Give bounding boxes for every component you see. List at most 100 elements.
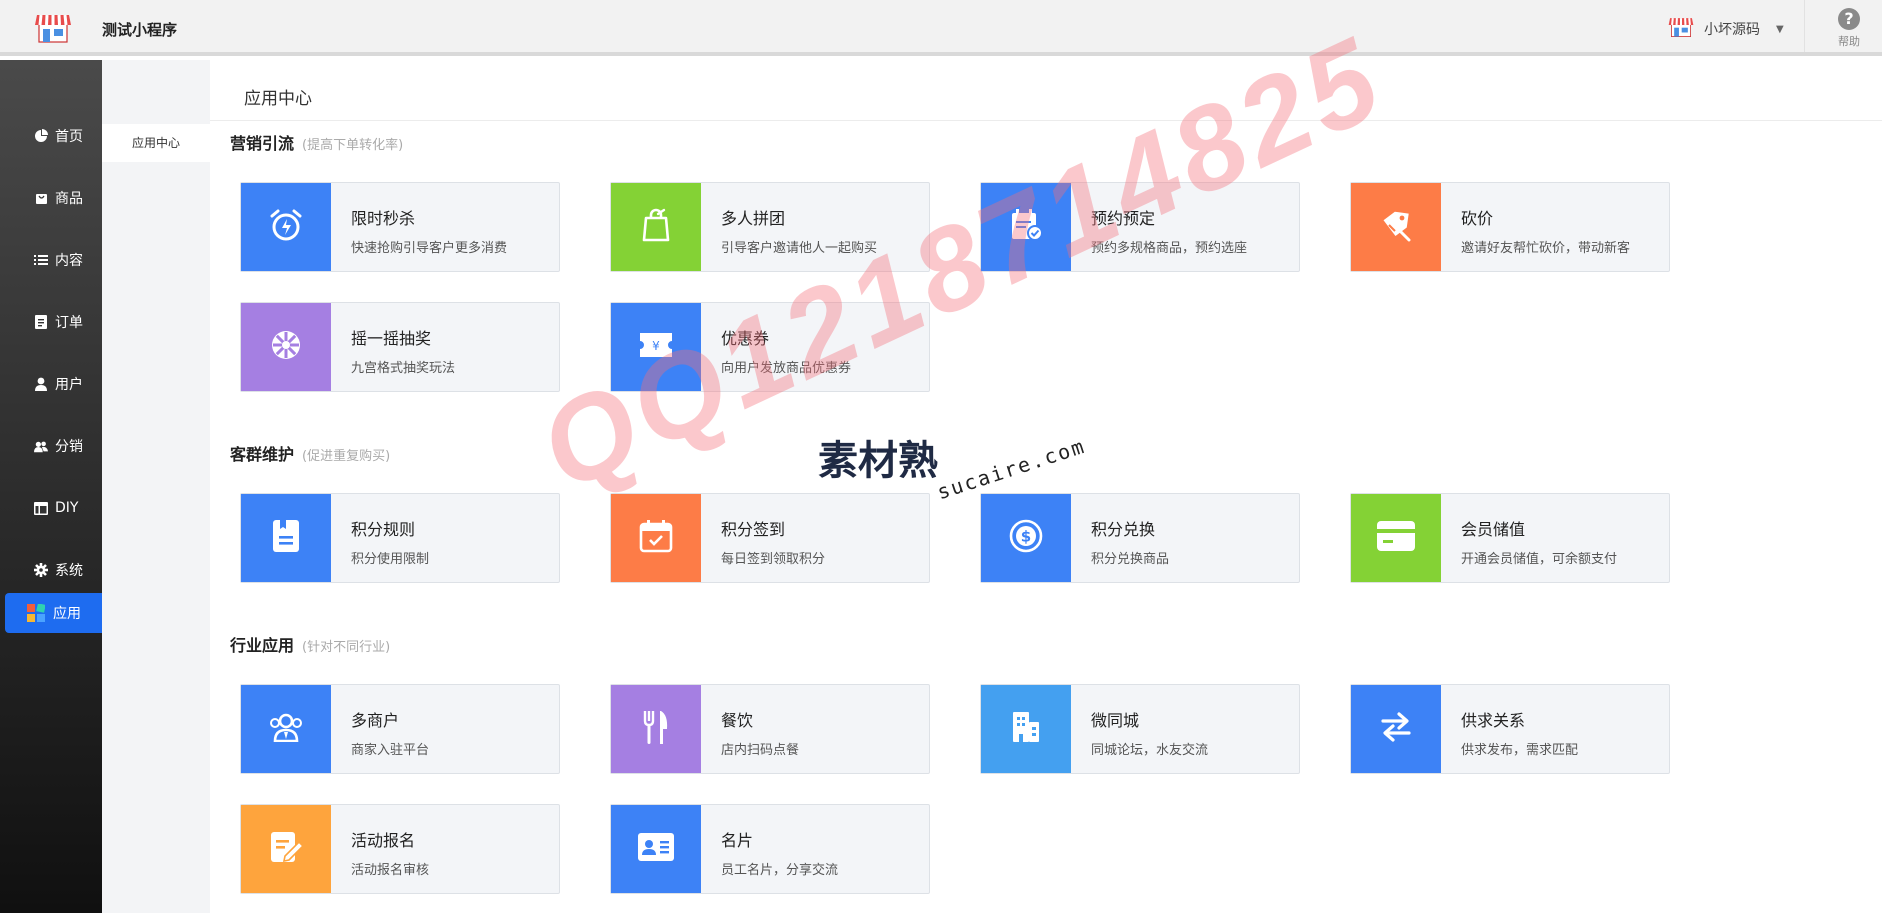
edit-form-icon xyxy=(269,830,305,868)
app-card-business-card[interactable]: 名片员工名片，分享交流 xyxy=(610,804,930,894)
app-card-check-in[interactable]: 积分签到每日签到领取积分 xyxy=(610,493,930,583)
card-icon-box xyxy=(611,183,701,271)
app-card-points-exchange[interactable]: $ 积分兑换积分兑换商品 xyxy=(980,493,1300,583)
card-name: 会员储值 xyxy=(1461,520,1526,539)
app-card-lottery[interactable]: 摇一摇抽奖九宫格式抽奖玩法 xyxy=(240,302,560,392)
dollar-coin-icon: $ xyxy=(1008,518,1044,558)
card-name: 积分签到 xyxy=(721,520,786,539)
user-icon xyxy=(34,377,48,391)
sidebar-item-apps[interactable]: 应用 xyxy=(5,593,102,633)
sidebar-item-orders[interactable]: 订单 xyxy=(0,302,102,342)
sub-sidebar: 应用中心 xyxy=(102,60,210,913)
user-menu[interactable]: 小坏源码 ▼ xyxy=(1668,16,1784,42)
card-name: 活动报名 xyxy=(351,831,416,850)
app-card-supply-demand[interactable]: 供求关系供求发布，需求匹配 xyxy=(1350,684,1670,774)
app-card-reservation[interactable]: 预约预定 预约多规格商品，预约选座 xyxy=(980,182,1300,272)
document-icon xyxy=(34,315,48,329)
card-desc: 每日签到领取积分 xyxy=(721,552,826,567)
caret-down-icon: ▼ xyxy=(1776,23,1784,35)
card-icon-box xyxy=(1351,183,1441,271)
main-content: 应用中心 营销引流 (提高下单转化率) 客群维护 (促进重复购买) 行业应用 (针对不… xyxy=(210,60,1882,913)
app-card-group-buy[interactable]: 多人拼团引导客户邀请他人一起购买 xyxy=(610,182,930,272)
sidebar-item-label: 系统 xyxy=(55,563,83,579)
sidebar-item-distribution[interactable]: 分销 xyxy=(0,426,102,466)
card-icon-box xyxy=(241,685,331,773)
card-desc: 积分兑换商品 xyxy=(1091,552,1170,567)
card-name: 优惠券 xyxy=(721,329,770,348)
section-hint: (提高下单转化率) xyxy=(302,138,404,153)
card-name: 餐饮 xyxy=(721,711,754,730)
sidebar-item-content[interactable]: 内容 xyxy=(0,240,102,280)
card-desc: 商家入驻平台 xyxy=(351,743,430,758)
svg-text:¥: ¥ xyxy=(652,339,660,353)
app-card-coupon[interactable]: ¥ 优惠券 向用户发放商品优惠券 xyxy=(610,302,930,392)
header-divider xyxy=(1804,0,1805,52)
app-card-points-rules[interactable]: 积分规则 积分使用限制 xyxy=(240,493,560,583)
question-icon: ? xyxy=(1838,8,1860,30)
card-desc: 积分使用限制 xyxy=(351,552,430,567)
section-title-retention: 客群维护 (促进重复购买) xyxy=(230,441,390,465)
card-icon-box xyxy=(241,303,331,391)
sidebar-item-diy[interactable]: DIY xyxy=(0,488,102,528)
sidebar-item-users[interactable]: 用户 xyxy=(0,364,102,404)
card-desc: 店内扫码点餐 xyxy=(721,743,800,758)
coupon-icon: ¥ xyxy=(638,331,674,363)
sidebar-item-goods[interactable]: 商品 xyxy=(0,178,102,218)
layout-icon xyxy=(34,501,48,515)
app-card-catering[interactable]: 餐饮 店内扫码点餐 xyxy=(610,684,930,774)
sidebar-item-label: 应用 xyxy=(53,606,81,622)
card-icon xyxy=(1376,520,1416,556)
help-label: 帮助 xyxy=(1838,35,1860,48)
merchants-icon xyxy=(269,712,303,746)
app-card-bargain[interactable]: 砍价 邀请好友帮忙砍价，带动新客 xyxy=(1350,182,1670,272)
app-card-flash-sale[interactable]: 限时秒杀快速抢购引导客户更多消费 xyxy=(240,182,560,272)
card-desc: 引导客户邀请他人一起购买 xyxy=(721,241,878,256)
card-icon-box xyxy=(241,494,331,582)
prize-wheel-icon xyxy=(269,328,303,366)
alarm-clock-icon xyxy=(269,208,303,246)
section-title-text: 营销引流 xyxy=(230,134,295,153)
app-card-member-balance[interactable]: 会员储值 开通会员储值，可余额支付 xyxy=(1350,493,1670,583)
app-card-event-signup[interactable]: 活动报名活动报名审核 xyxy=(240,804,560,894)
section-title-text: 行业应用 xyxy=(230,636,295,655)
card-icon-box xyxy=(241,183,331,271)
card-desc: 快速抢购引导客户更多消费 xyxy=(351,241,508,256)
section-hint: (促进重复购买) xyxy=(302,449,391,464)
card-name: 供求关系 xyxy=(1461,711,1526,730)
sidebar-item-label: 订单 xyxy=(55,315,83,331)
app-name: 测试小程序 xyxy=(102,21,178,39)
card-desc: 活动报名审核 xyxy=(351,863,430,878)
card-name: 名片 xyxy=(721,831,754,850)
user-avatar-icon xyxy=(1668,15,1694,43)
app-card-local-city[interactable]: 微同城 同城论坛，水友交流 xyxy=(980,684,1300,774)
card-desc: 员工名片，分享交流 xyxy=(721,863,839,878)
sidebar-item-label: 商品 xyxy=(55,191,83,207)
sidebar-item-system[interactable]: 系统 xyxy=(0,550,102,590)
svg-text:$: $ xyxy=(1021,528,1031,546)
store-logo-icon xyxy=(34,12,72,44)
card-desc: 九宫格式抽奖玩法 xyxy=(351,361,456,376)
card-name: 摇一摇抽奖 xyxy=(351,329,432,348)
section-title-marketing: 营销引流 (提高下单转化率) xyxy=(230,130,403,154)
card-icon-box: $ xyxy=(981,494,1071,582)
card-icon-box xyxy=(1351,494,1441,582)
card-icon-box xyxy=(981,183,1071,271)
section-title-text: 客群维护 xyxy=(230,445,295,464)
building-icon xyxy=(1011,710,1041,748)
help-button[interactable]: ? 帮助 xyxy=(1830,8,1868,49)
card-name: 多人拼团 xyxy=(721,209,786,228)
card-name: 限时秒杀 xyxy=(351,209,416,228)
card-icon-box xyxy=(611,805,701,893)
id-card-icon xyxy=(637,832,675,866)
card-desc: 供求发布，需求匹配 xyxy=(1461,743,1579,758)
gear-icon xyxy=(34,563,48,577)
card-name: 砍价 xyxy=(1461,209,1494,228)
price-tag-icon xyxy=(1379,208,1413,246)
user-name: 小坏源码 xyxy=(1704,22,1760,38)
app-card-multi-merchant[interactable]: 多商户 商家入驻平台 xyxy=(240,684,560,774)
sidebar-item-home[interactable]: 首页 xyxy=(0,116,102,156)
page-title: 应用中心 xyxy=(244,89,312,109)
card-name: 积分兑换 xyxy=(1091,520,1156,539)
card-icon-box xyxy=(1351,685,1441,773)
subnav-item-app-center[interactable]: 应用中心 xyxy=(102,124,210,162)
